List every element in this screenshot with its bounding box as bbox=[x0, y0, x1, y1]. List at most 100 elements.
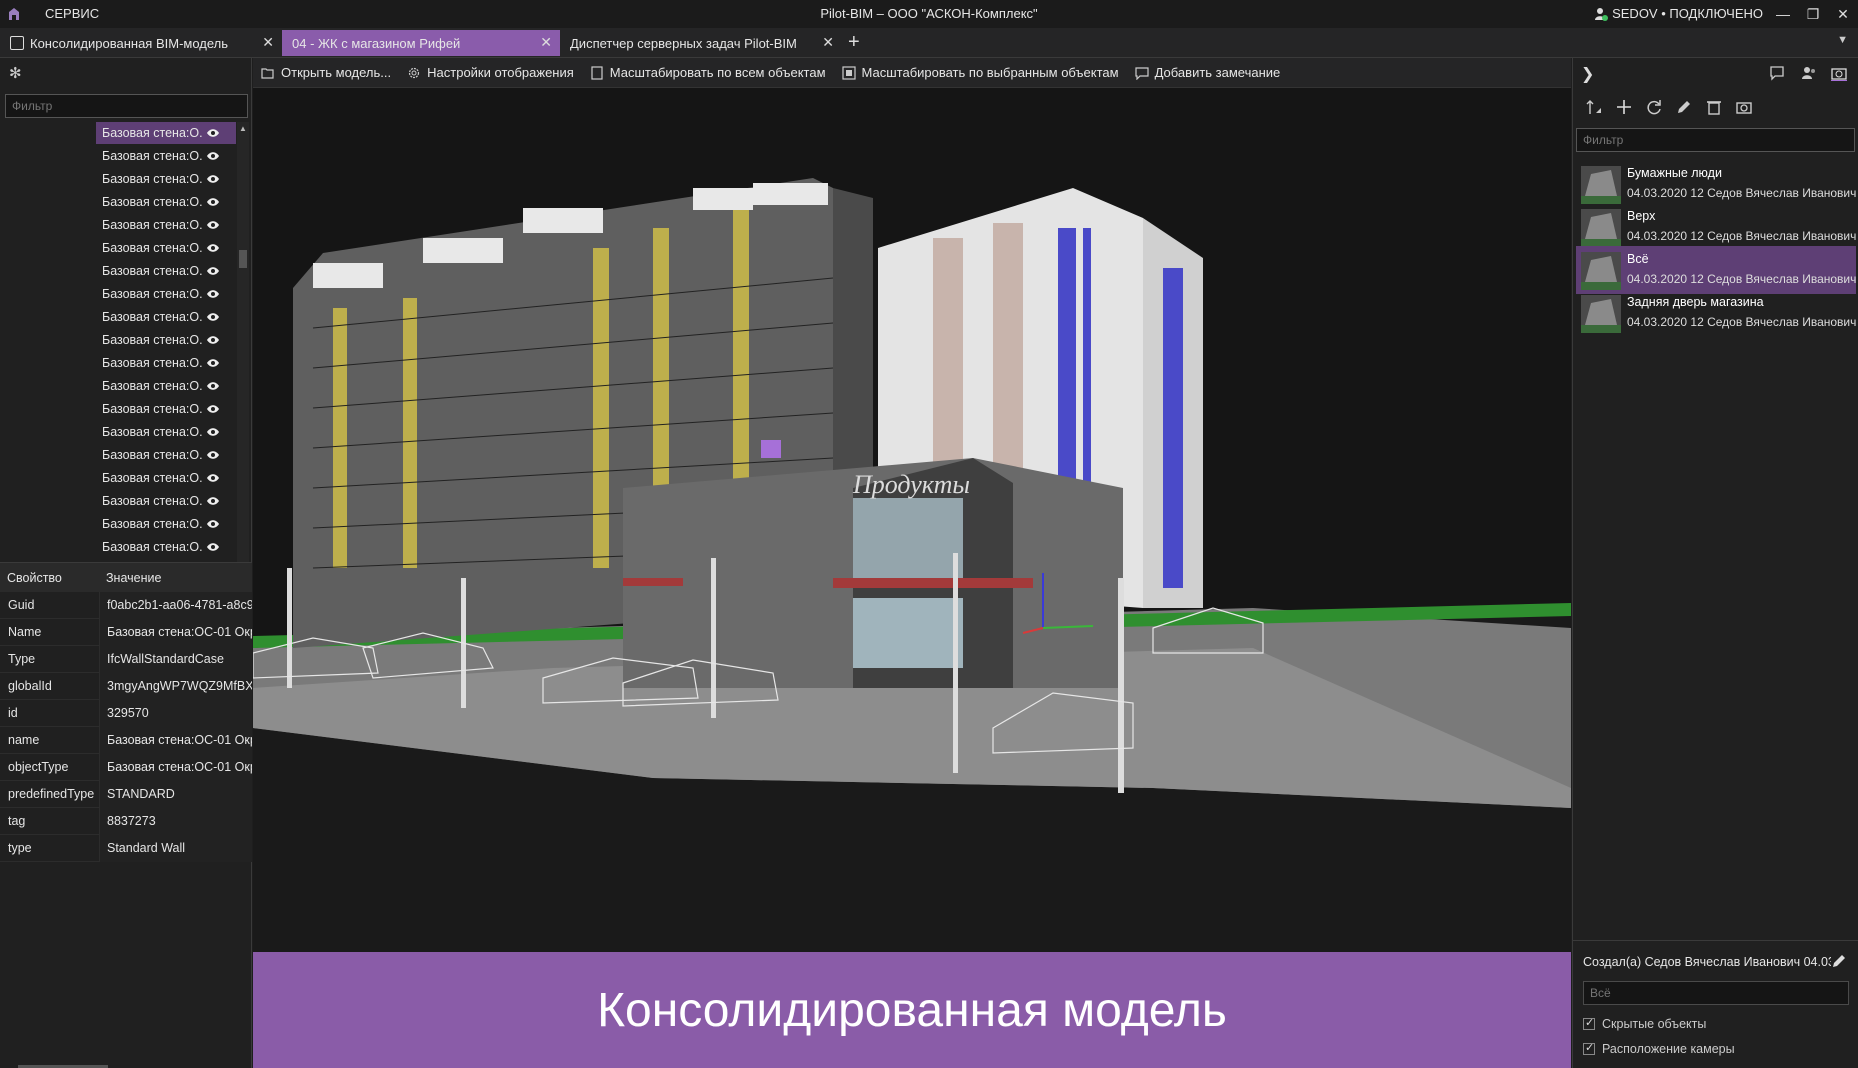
tree-item[interactable]: Базовая стена:О... bbox=[96, 467, 236, 489]
visibility-eye-icon[interactable] bbox=[206, 450, 220, 460]
remarks-icon[interactable] bbox=[1769, 65, 1785, 81]
close-tab-icon[interactable]: ✕ bbox=[822, 34, 834, 51]
visibility-eye-icon[interactable] bbox=[206, 496, 220, 506]
property-key: Name bbox=[8, 625, 42, 639]
visibility-eye-icon[interactable] bbox=[206, 243, 220, 253]
visibility-eye-icon[interactable] bbox=[206, 542, 220, 552]
viewpoint-item[interactable]: Задняя дверь магазина 04.03.2020 12 Седов… bbox=[1576, 289, 1856, 337]
property-value: f0abc2b1-aa06-4781-a8c9-5 bbox=[99, 591, 252, 619]
visibility-eye-icon[interactable] bbox=[206, 312, 220, 322]
tab-residential-complex[interactable]: 04 - ЖК с магазином Рифей ✕ bbox=[282, 30, 560, 56]
tab-consolidated-model[interactable]: Консолидированная BIM-модель ✕ bbox=[0, 30, 282, 56]
tree-item[interactable]: Базовая стена:О... bbox=[96, 260, 236, 282]
property-value: Базовая стена:ОС-01 Окра bbox=[99, 618, 252, 646]
tree-item[interactable]: Базовая стена:О... bbox=[96, 168, 236, 190]
settings-gear-icon[interactable]: ✻ bbox=[9, 64, 25, 82]
tree-item[interactable]: Базовая стена:О... bbox=[96, 513, 236, 535]
users-icon[interactable] bbox=[1801, 65, 1817, 81]
collapse-panel-chevron-icon[interactable]: ❯ bbox=[1581, 64, 1594, 84]
zoom-selected-button[interactable]: Масштабировать по выбранным объектам bbox=[834, 58, 1127, 88]
property-row[interactable]: globalId 3mgyAngWP7WQZ9MfBXv bbox=[0, 672, 252, 700]
tree-item[interactable]: Базовая стена:О... bbox=[96, 444, 236, 466]
open-model-button[interactable]: Открыть модель... bbox=[253, 58, 399, 88]
property-row[interactable]: type Standard Wall bbox=[0, 834, 252, 862]
tab-list-dropdown-icon[interactable]: ▼ bbox=[1837, 34, 1848, 46]
display-settings-button[interactable]: Настройки отображения bbox=[399, 58, 582, 88]
delete-trash-icon[interactable] bbox=[1705, 98, 1723, 116]
visibility-eye-icon[interactable] bbox=[206, 335, 220, 345]
sort-icon[interactable] bbox=[1585, 98, 1603, 116]
hidden-objects-checkbox[interactable]: Скрытые объекты bbox=[1583, 1016, 1706, 1031]
viewpoint-name-input[interactable] bbox=[1583, 981, 1849, 1005]
tree-item[interactable]: Базовая стена:О... bbox=[96, 329, 236, 351]
add-remark-button[interactable]: Добавить замечание bbox=[1127, 58, 1289, 88]
tree-item[interactable]: Базовая стена:О... bbox=[96, 421, 236, 443]
visibility-eye-icon[interactable] bbox=[206, 358, 220, 368]
visibility-eye-icon[interactable] bbox=[206, 289, 220, 299]
restore-button[interactable]: ❐ bbox=[1798, 0, 1828, 28]
property-column-header[interactable]: Свойство bbox=[0, 571, 99, 585]
property-row[interactable]: tag 8837273 bbox=[0, 807, 252, 835]
tree-item[interactable]: Базовая стена:О... bbox=[96, 191, 236, 213]
visibility-eye-icon[interactable] bbox=[206, 266, 220, 276]
visibility-eye-icon[interactable] bbox=[206, 473, 220, 483]
tree-item-label: Базовая стена:О... bbox=[102, 471, 202, 485]
edit-pencil-icon[interactable] bbox=[1675, 98, 1693, 116]
tree-item[interactable]: Базовая стена:О... bbox=[96, 237, 236, 259]
tree-filter-input[interactable] bbox=[5, 94, 248, 118]
tree-item[interactable]: Базовая стена:О... bbox=[96, 536, 236, 558]
visibility-eye-icon[interactable] bbox=[206, 220, 220, 230]
tab-task-dispatcher[interactable]: Диспетчер серверных задач Pilot-BIM ✕ bbox=[560, 30, 842, 56]
visibility-eye-icon[interactable] bbox=[206, 427, 220, 437]
tree-item[interactable]: Базовая стена:О... bbox=[96, 490, 236, 512]
refresh-icon[interactable] bbox=[1645, 98, 1663, 116]
tree-item[interactable]: Базовая стена:О... bbox=[96, 122, 236, 144]
close-window-button[interactable]: ✕ bbox=[1828, 0, 1858, 28]
tree-item[interactable]: Базовая стена:О... bbox=[96, 375, 236, 397]
viewpoint-item[interactable]: Всё 04.03.2020 12 Седов Вячеслав Иванович bbox=[1576, 246, 1856, 294]
tree-item[interactable]: Базовая стена:О... bbox=[96, 306, 236, 328]
property-row[interactable]: id 329570 bbox=[0, 699, 252, 727]
visibility-eye-icon[interactable] bbox=[206, 519, 220, 529]
property-row[interactable]: objectType Базовая стена:ОС-01 Окра bbox=[0, 753, 252, 781]
minimize-button[interactable]: — bbox=[1768, 0, 1798, 28]
scrollbar-thumb[interactable] bbox=[239, 250, 247, 268]
visibility-eye-icon[interactable] bbox=[206, 151, 220, 161]
viewpoint-item[interactable]: Верх 04.03.2020 12 Седов Вячеслав Иванови… bbox=[1576, 203, 1856, 251]
zoom-all-button[interactable]: Масштабировать по всем объектам bbox=[582, 58, 834, 88]
viewpoints-camera-icon[interactable] bbox=[1831, 65, 1847, 81]
viewpoint-thumbnail bbox=[1581, 166, 1621, 204]
visibility-eye-icon[interactable] bbox=[206, 197, 220, 207]
tree-item[interactable]: Базовая стена:О... bbox=[96, 283, 236, 305]
tree-item[interactable]: Базовая стена:О... bbox=[96, 352, 236, 374]
visibility-eye-icon[interactable] bbox=[206, 404, 220, 414]
3d-viewport[interactable]: Продукты bbox=[253, 88, 1571, 952]
property-row[interactable]: Type IfcWallStandardCase bbox=[0, 645, 252, 673]
property-row[interactable]: predefinedType STANDARD bbox=[0, 780, 252, 808]
tree-scrollbar[interactable]: ▲ ▼ bbox=[237, 122, 249, 616]
property-row[interactable]: Name Базовая стена:ОС-01 Окра bbox=[0, 618, 252, 646]
tree-item[interactable]: Базовая стена:О... bbox=[96, 214, 236, 236]
visibility-eye-icon[interactable] bbox=[206, 381, 220, 391]
close-tab-icon[interactable]: ✕ bbox=[262, 34, 274, 51]
tree-item[interactable]: Базовая стена:О... bbox=[96, 398, 236, 420]
add-viewpoint-icon[interactable] bbox=[1615, 98, 1633, 116]
checkbox-box[interactable] bbox=[1583, 1016, 1595, 1030]
property-row[interactable]: name Базовая стена:ОС-01 Окра bbox=[0, 726, 252, 754]
property-row[interactable]: Guid f0abc2b1-aa06-4781-a8c9-5 bbox=[0, 591, 252, 619]
viewpoints-filter-input[interactable] bbox=[1576, 128, 1855, 152]
viewpoint-item[interactable]: Бумажные люди 04.03.2020 12 Седов Вячесла… bbox=[1576, 160, 1856, 208]
checkbox-box[interactable] bbox=[1583, 1041, 1595, 1055]
visibility-eye-icon[interactable] bbox=[206, 128, 220, 138]
connection-status[interactable]: SEDOV • ПОДКЛЮЧЕНО bbox=[1594, 6, 1763, 21]
edit-pencil-icon[interactable] bbox=[1831, 953, 1847, 969]
camera-position-checkbox[interactable]: Расположение камеры bbox=[1583, 1041, 1735, 1056]
value-column-header[interactable]: Значение bbox=[99, 571, 161, 585]
add-tab-button[interactable]: + bbox=[848, 31, 860, 54]
viewpoint-thumbnail bbox=[1581, 252, 1621, 290]
close-tab-icon[interactable]: ✕ bbox=[540, 34, 552, 51]
visibility-eye-icon[interactable] bbox=[206, 174, 220, 184]
scroll-up-icon[interactable]: ▲ bbox=[237, 124, 249, 133]
screenshot-camera-icon[interactable] bbox=[1735, 98, 1753, 116]
tree-item[interactable]: Базовая стена:О... bbox=[96, 145, 236, 167]
